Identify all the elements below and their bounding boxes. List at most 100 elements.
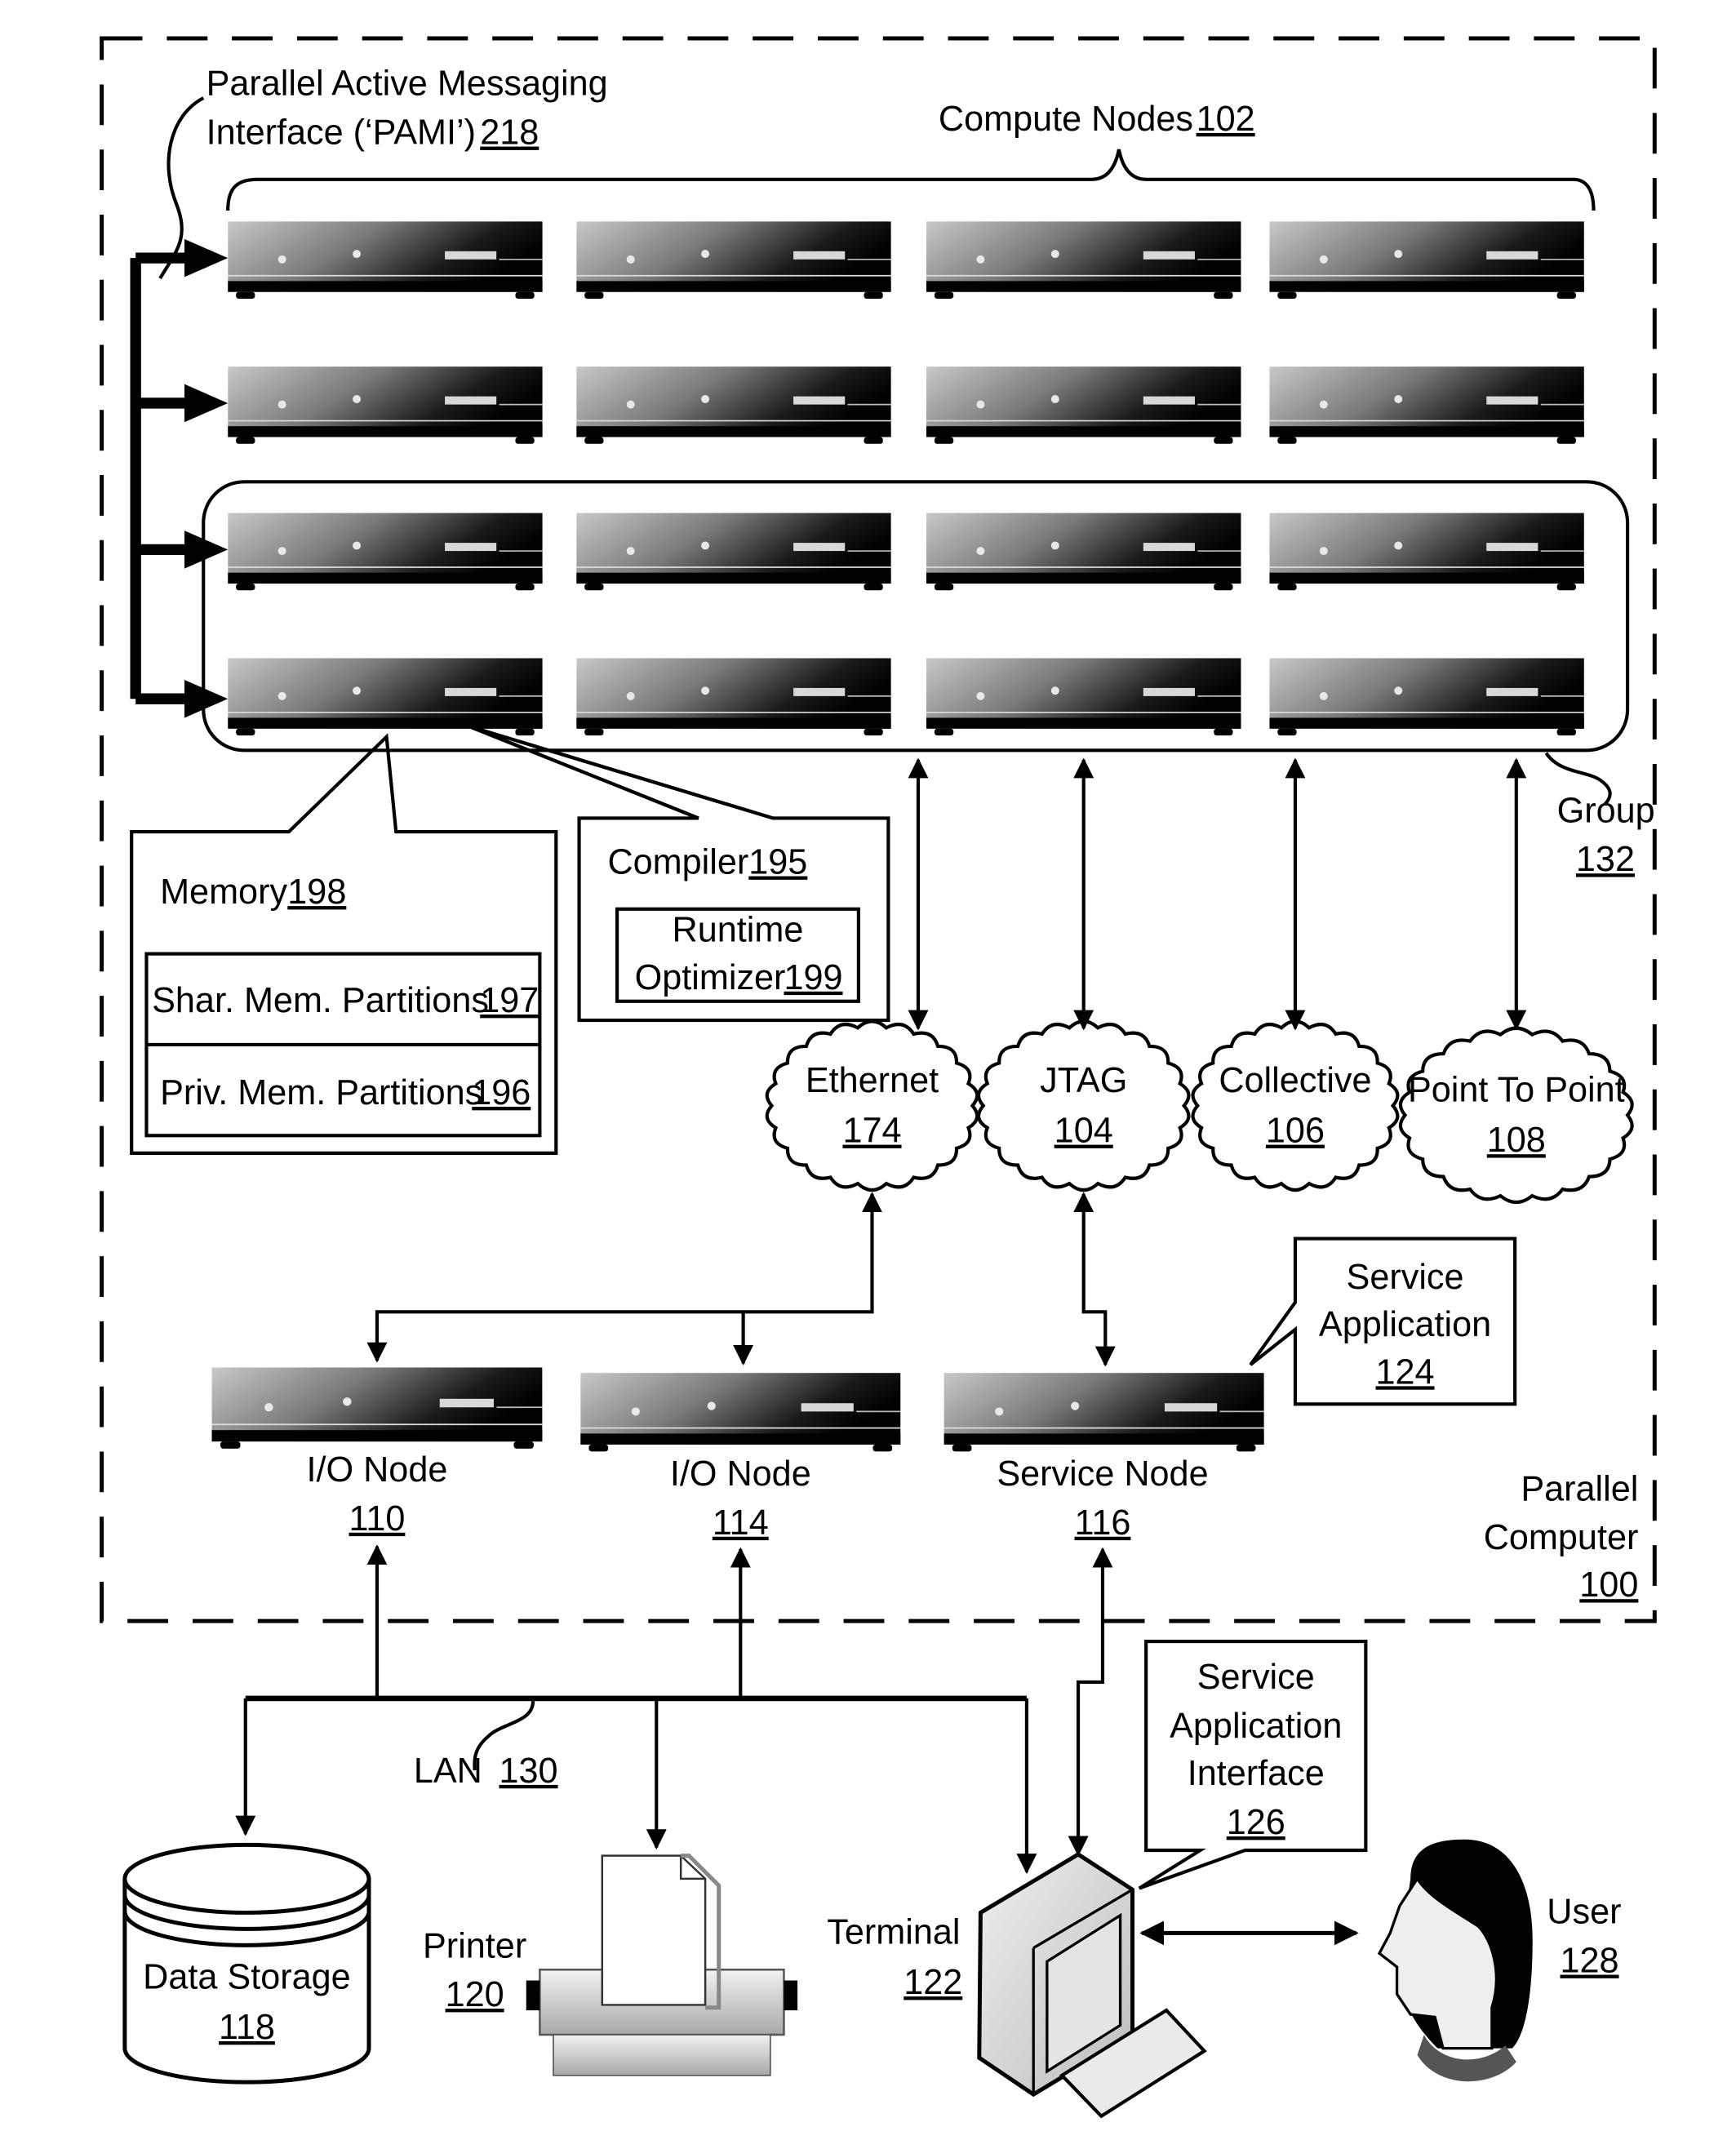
user-ref: 128 [1561, 1942, 1619, 1981]
pami-ref: 218 [480, 113, 539, 153]
cloud-icon [976, 1019, 1191, 1192]
ethernet-io-links [366, 1192, 882, 1365]
service-application-callout: Service Application 124 [1249, 1237, 1517, 1406]
group-label: Group 132 [1544, 752, 1655, 879]
compute-node-icon [1269, 221, 1584, 300]
data-storage-label: Data Storage [143, 1957, 351, 1996]
io-node-110-ref: 110 [349, 1499, 406, 1538]
memory-callout: Memory 198 Shar. Mem. Partitions 197 Pri… [130, 733, 558, 1155]
memory-ref: 198 [287, 872, 346, 912]
network-ref: 104 [1054, 1112, 1113, 1151]
sai-line1: Service [1197, 1658, 1315, 1697]
compute-node-icon [1269, 658, 1584, 736]
pami-arrow-2 [184, 384, 229, 423]
network-label: Point To Point [1408, 1071, 1625, 1110]
private-partitions-ref: 196 [472, 1073, 531, 1112]
terminal-label: Terminal [827, 1913, 960, 1952]
pami-line2: Interface (‘PAMI’) [206, 113, 476, 153]
cloud-icon [1191, 1019, 1400, 1192]
pami-bus [130, 238, 229, 718]
compute-node-icon [1269, 513, 1584, 592]
parallel-computer-line2: Computer [1484, 1518, 1639, 1557]
network-cloud-jtag: JTAG 104 [976, 1019, 1191, 1192]
pami-arrow-3 [184, 531, 229, 569]
jtag-service-link [1073, 1192, 1116, 1367]
cloud-icon [1398, 1026, 1634, 1205]
compiler-ref: 195 [748, 843, 807, 882]
compute-node-icon [926, 513, 1241, 592]
network-ref: 174 [842, 1112, 901, 1151]
parallel-computer-line1: Parallel [1521, 1469, 1638, 1508]
io-node-114-icon [579, 1373, 902, 1453]
network-cloud-point-to-point: Point To Point 108 [1398, 1026, 1634, 1205]
compute-node-icon [228, 658, 543, 736]
network-clouds: Ethernet 174 JTAG 104 Collective 106 Point To … [765, 1019, 1634, 1205]
pami-arrow-1 [184, 238, 229, 278]
network-label: JTAG [1040, 1061, 1127, 1100]
compute-node-icon [576, 658, 891, 736]
group-text: Group [1557, 791, 1655, 830]
service-node-label: Service Node [997, 1454, 1208, 1494]
printer-icon [526, 1854, 798, 2076]
private-partitions-text: Priv. Mem. Partitions [160, 1073, 482, 1112]
service-node-116-icon [943, 1373, 1265, 1453]
service-application-ref: 124 [1376, 1352, 1435, 1392]
runtime-optimizer-line1: Runtime [673, 911, 804, 950]
user-label: User [1547, 1893, 1621, 1932]
data-storage-ref: 118 [219, 2008, 275, 2047]
service-node-ref: 116 [1075, 1503, 1131, 1543]
compute-node-icon [576, 366, 891, 445]
sai-ref: 126 [1227, 1803, 1285, 1842]
compute-node-icon [228, 366, 543, 445]
io-node-114-label: I/O Node [670, 1454, 811, 1494]
compute-node-icon [228, 513, 543, 592]
network-label: Ethernet [806, 1061, 939, 1100]
pami-line1: Parallel Active Messaging [206, 64, 608, 104]
lan-ref: 130 [499, 1752, 558, 1791]
compute-node-icon [926, 366, 1241, 445]
memory-text: Memory [160, 872, 287, 912]
shared-partitions-ref: 197 [480, 981, 539, 1020]
shared-partitions-text: Shar. Mem. Partitions [152, 981, 489, 1020]
io-node-114-ref: 114 [713, 1503, 769, 1543]
io-node-110-label: I/O Node [307, 1450, 448, 1490]
network-ref: 108 [1487, 1121, 1546, 1160]
sai-line2: Application [1170, 1707, 1342, 1746]
network-cloud-ethernet: Ethernet 174 [765, 1019, 979, 1192]
compute-node-icon [926, 221, 1241, 300]
lan-text: LAN [414, 1752, 482, 1791]
compute-node-grid [228, 221, 1584, 736]
compute-node-icon [576, 513, 891, 592]
compiler-text: Compiler [607, 843, 748, 882]
runtime-optimizer-ref: 199 [784, 958, 842, 997]
compute-node-icon [1269, 366, 1584, 445]
compute-node-icon [926, 658, 1241, 736]
network-label: Collective [1219, 1061, 1371, 1100]
service-application-line2: Application [1319, 1305, 1491, 1344]
network-cloud-collective: Collective 106 [1191, 1019, 1400, 1192]
parallel-computer-diagram: Parallel Active Messaging Interface (‘PA… [100, 36, 1657, 2119]
lan-network: LAN 130 [235, 1544, 1113, 1875]
group-network-arrows [908, 757, 1527, 1031]
parallel-computer-label: Parallel 100 Computer [1484, 1469, 1639, 1605]
compute-nodes-ref: 102 [1197, 100, 1255, 139]
user-icon [1377, 1839, 1533, 2082]
compute-node-icon [228, 221, 543, 300]
compute-node-icon [576, 221, 891, 300]
runtime-optimizer-line2: Optimizer [635, 958, 786, 997]
sai-line3: Interface [1188, 1754, 1325, 1793]
compute-nodes-brace [226, 149, 1596, 211]
network-ref: 106 [1266, 1112, 1325, 1151]
group-ref: 132 [1576, 840, 1635, 879]
printer-label: Printer [423, 1926, 526, 1965]
cloud-icon [765, 1019, 979, 1192]
terminal-icon [977, 1852, 1207, 2119]
compiler-pointer [467, 724, 774, 820]
pami-arrow-4 [184, 679, 229, 718]
terminal-ref: 122 [904, 1963, 962, 2002]
compute-nodes-text: Compute Nodes [939, 100, 1193, 139]
service-application-interface-callout: Service Application Interface 126 [1138, 1640, 1368, 1890]
io-node-110-icon [211, 1367, 543, 1450]
parallel-computer-ref: 100 [1579, 1565, 1638, 1605]
service-application-line1: Service [1347, 1258, 1464, 1297]
